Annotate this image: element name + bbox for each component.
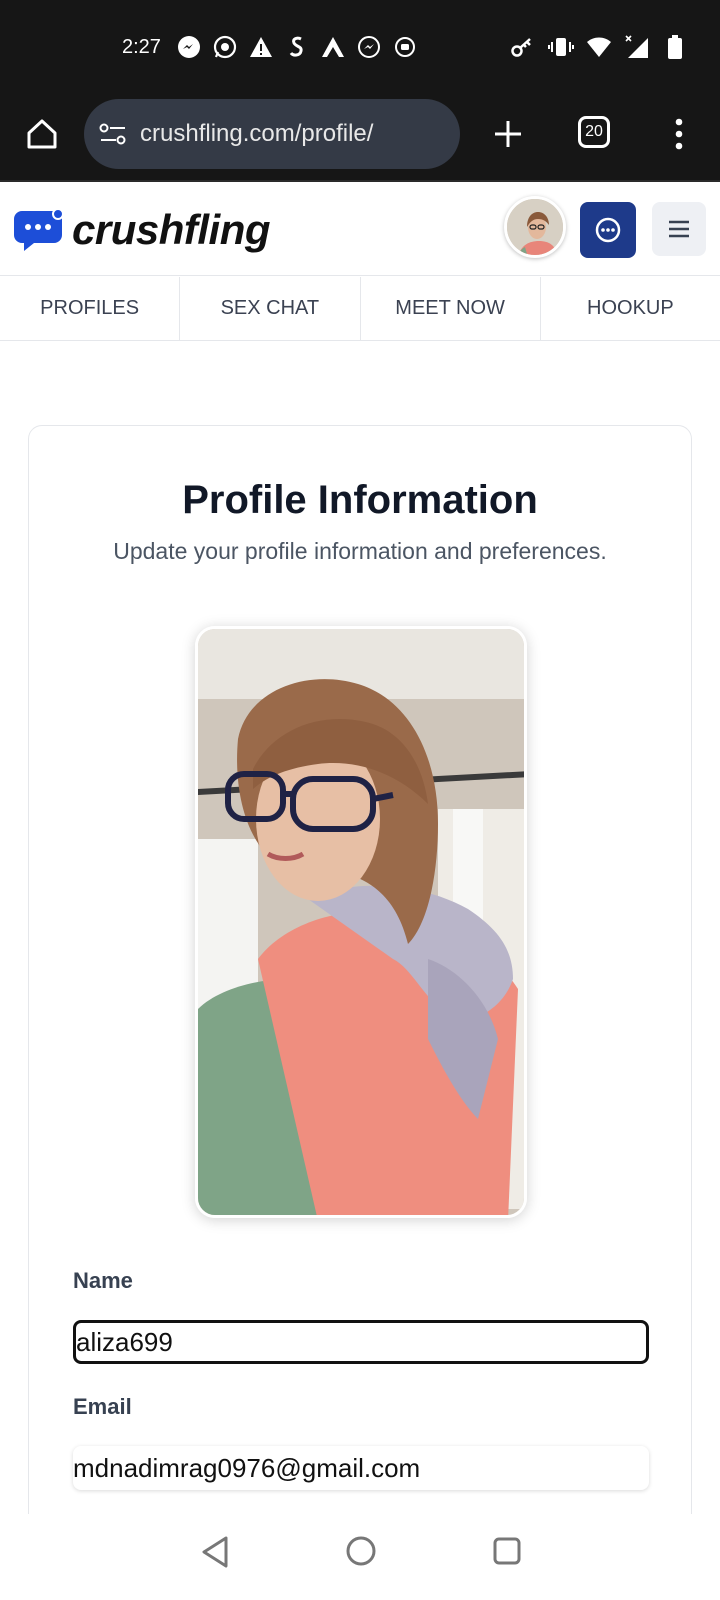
recent-apps-icon[interactable] <box>492 1536 522 1566</box>
brand-name: crushfling <box>72 206 271 253</box>
tab-switcher-button[interactable]: 20 <box>578 116 610 148</box>
status-bar: 2:27 <box>0 0 720 92</box>
nav-hookup[interactable]: HOOKUP <box>541 277 720 340</box>
status-time: 2:27 <box>122 36 161 58</box>
messages-button[interactable] <box>580 202 636 258</box>
browser-menu-button[interactable] <box>664 112 694 156</box>
app-s-icon <box>284 34 310 60</box>
more-vertical-icon <box>675 118 683 150</box>
address-bar[interactable]: crushfling.com/profile/ <box>84 99 460 169</box>
menu-button[interactable] <box>652 202 706 256</box>
browser-toolbar: crushfling.com/profile/ 20 <box>0 92 720 182</box>
record-icon <box>392 34 418 60</box>
home-circle-icon[interactable] <box>344 1534 378 1568</box>
alert-icon <box>248 34 274 60</box>
profile-card: Profile Information Update your profile … <box>28 425 692 1600</box>
home-icon <box>27 119 57 149</box>
back-icon[interactable] <box>198 1534 234 1570</box>
email-input[interactable] <box>73 1446 649 1490</box>
notification-icons <box>176 34 418 60</box>
signal-icon <box>624 34 650 60</box>
main-nav: PROFILES SEX CHAT MEET NOW HOOKUP <box>0 277 720 341</box>
user-avatar[interactable] <box>504 196 566 258</box>
url-text[interactable]: crushfling.com/profile/ <box>140 120 373 148</box>
email-label: Email <box>73 1394 132 1419</box>
site-header: crushfling <box>0 184 720 276</box>
whatsapp-icon <box>212 34 238 60</box>
battery-icon <box>662 34 688 60</box>
vibrate-icon <box>548 34 574 60</box>
nav-profiles[interactable]: PROFILES <box>0 277 181 340</box>
chat-icon <box>595 217 621 243</box>
name-input[interactable] <box>73 1320 649 1364</box>
nordvpn-icon <box>320 34 346 60</box>
messenger-icon <box>356 34 382 60</box>
plus-icon <box>495 121 521 147</box>
name-label: Name <box>73 1268 133 1293</box>
messenger-icon <box>176 34 202 60</box>
nav-meet-now[interactable]: MEET NOW <box>361 277 541 340</box>
site-logo[interactable]: crushfling <box>14 206 271 254</box>
key-icon <box>510 34 536 60</box>
wifi-icon <box>586 34 612 60</box>
page-subtitle: Update your profile information and pref… <box>113 538 607 564</box>
page-title: Profile Information <box>182 478 538 522</box>
system-icons <box>510 34 688 60</box>
profile-photo[interactable] <box>195 626 527 1218</box>
hamburger-icon <box>669 220 689 238</box>
chat-bubble-logo-icon <box>14 208 64 251</box>
nav-sex-chat[interactable]: SEX CHAT <box>180 277 361 340</box>
system-nav-bar <box>0 1514 720 1600</box>
site-settings-icon[interactable] <box>98 119 128 149</box>
new-tab-button[interactable] <box>488 114 528 154</box>
browser-home-button[interactable] <box>22 114 62 154</box>
